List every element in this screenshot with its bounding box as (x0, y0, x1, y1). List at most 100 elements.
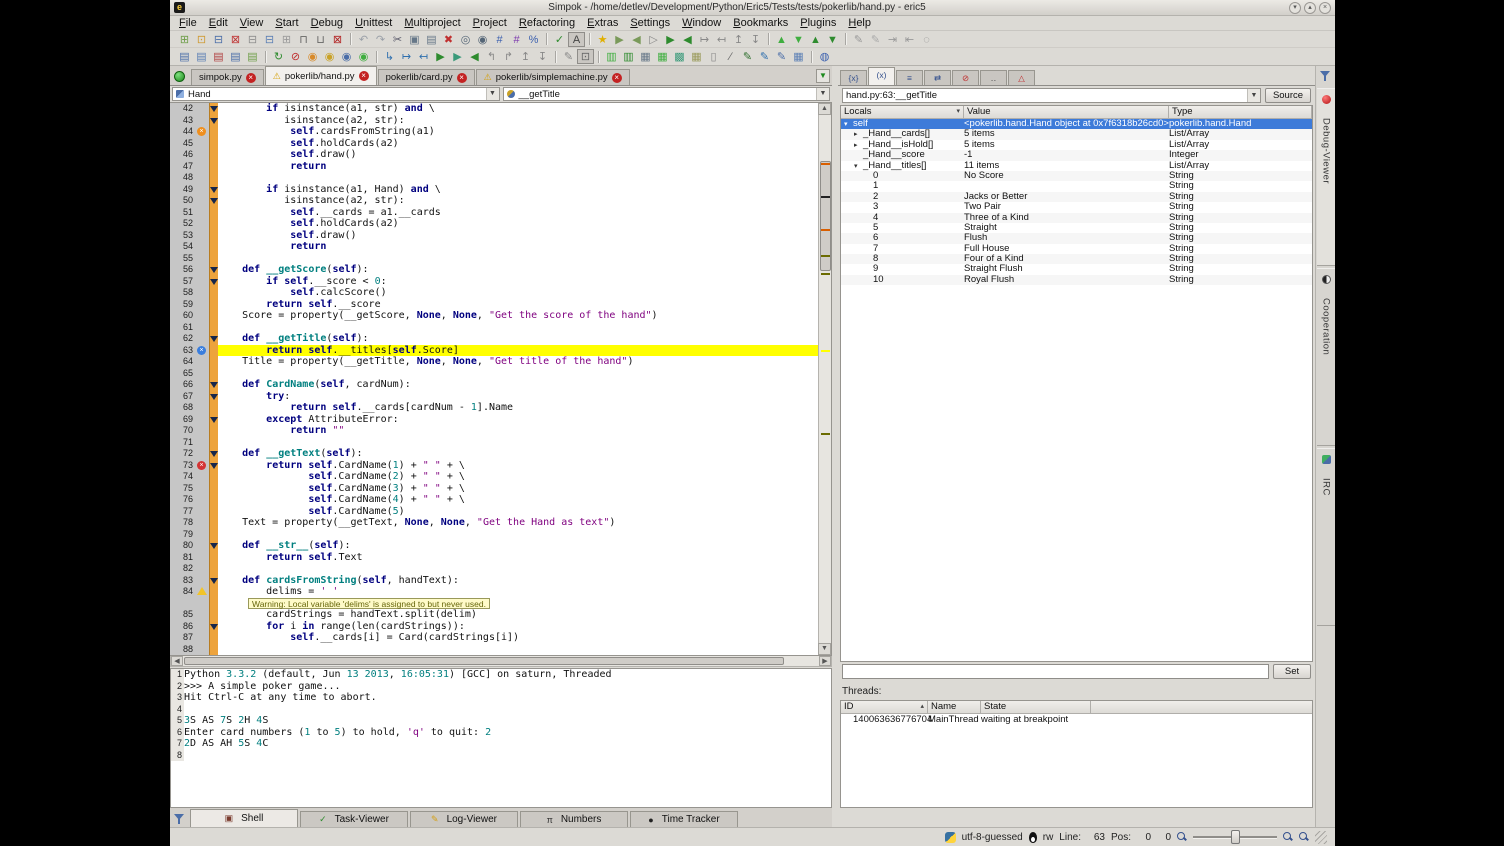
marker-margin[interactable] (196, 609, 209, 621)
shell-line[interactable]: 2>>> A simple poker game... (171, 681, 831, 693)
code-line[interactable]: 72 def __getText(self): (170, 448, 818, 460)
minimize-button[interactable]: ▾ (1289, 2, 1301, 14)
tab-list-dropdown[interactable]: ▼ (816, 69, 830, 83)
code-line[interactable]: 57 if self.__score < 0: (170, 276, 818, 288)
marker-margin[interactable] (196, 586, 209, 598)
refresh-icon[interactable]: ↻ (270, 49, 287, 64)
line-number[interactable]: 72 (170, 448, 196, 460)
step-icon[interactable]: ↳ (381, 49, 398, 64)
line-number[interactable]: 60 (170, 310, 196, 322)
split-view-icon[interactable]: ⊓ (295, 32, 312, 47)
fold-collapse-icon[interactable] (210, 336, 218, 342)
marker-margin[interactable] (196, 356, 209, 368)
tab-pokerlib-simplemachine-py[interactable]: ⚠pokerlib/simplemachine.py× (476, 69, 630, 85)
pretty-print-icon[interactable]: ✎ (739, 49, 756, 64)
code-line[interactable]: 47 return (170, 161, 818, 173)
line-number[interactable]: 85 (170, 609, 196, 621)
fold-collapse-icon[interactable] (210, 279, 218, 285)
fold-margin[interactable] (209, 333, 218, 345)
set-button[interactable]: Set (1273, 664, 1311, 679)
sidebar-tab-debug-viewer[interactable]: Debug-Viewer (1317, 88, 1335, 266)
line-number[interactable]: 74 (170, 471, 196, 483)
fold-collapse-icon[interactable] (210, 578, 218, 584)
exceptions-filter-icon[interactable]: ↧ (534, 49, 551, 64)
merge-view-icon[interactable]: ⊔ (312, 32, 329, 47)
marker-margin[interactable] (196, 218, 209, 230)
project-add-icon[interactable]: ▩ (671, 49, 688, 64)
code-line[interactable]: 88 (170, 644, 818, 656)
code-line[interactable]: 56 def __getScore(self): (170, 264, 818, 276)
marker-margin[interactable] (196, 230, 209, 242)
exceptions-tab[interactable]: △ (1008, 70, 1035, 85)
breakpoint-icon[interactable]: × (197, 461, 206, 470)
fold-margin[interactable] (209, 460, 218, 472)
fold-margin[interactable] (209, 287, 218, 299)
sidebar-tab-cooperation[interactable]: Cooperation (1317, 268, 1335, 446)
close-icon[interactable]: × (612, 73, 622, 83)
fold-margin[interactable] (209, 437, 218, 449)
code-line[interactable]: 51 self.__cards = a1.__cards (170, 207, 818, 219)
paste-icon[interactable]: ▤ (423, 32, 440, 47)
line-number[interactable]: 75 (170, 483, 196, 495)
code-line[interactable]: 66 def CardName(self, cardNum): (170, 379, 818, 391)
run-script-icon[interactable]: ▤ (176, 49, 193, 64)
marker-margin[interactable] (196, 276, 209, 288)
menu-multiproject[interactable]: Multiproject (398, 17, 466, 29)
variable-row[interactable]: ▸_Hand__isHold[]5 itemsList/Array (841, 140, 1312, 150)
column-header-locals[interactable]: Locals▾ (841, 106, 964, 118)
variable-row[interactable]: 2Jacks or BetterString (841, 192, 1312, 202)
search-next-icon[interactable]: ◉ (474, 32, 491, 47)
eval-icon[interactable]: ↰ (483, 49, 500, 64)
line-number[interactable]: 61 (170, 322, 196, 334)
fold-margin[interactable] (209, 529, 218, 541)
code-line[interactable]: 60 Score = property(__getScore, None, No… (170, 310, 818, 322)
code-line[interactable]: 81 return self.Text (170, 552, 818, 564)
variable-row[interactable]: 3Two PairString (841, 202, 1312, 212)
menu-start[interactable]: Start (269, 17, 304, 29)
debug-script-icon[interactable]: ▤ (210, 49, 227, 64)
code-line[interactable]: 78 Text = property(__getText, None, None… (170, 517, 818, 529)
fold-collapse-icon[interactable] (210, 463, 218, 469)
goto-next-edit-icon[interactable]: ↧ (747, 32, 764, 47)
fold-margin[interactable] (209, 310, 218, 322)
fold-margin[interactable] (209, 402, 218, 414)
unittest-icon[interactable]: ▥ (603, 49, 620, 64)
marker-margin[interactable] (196, 483, 209, 495)
fold-margin[interactable] (209, 103, 218, 115)
line-number[interactable]: 57 (170, 276, 196, 288)
close-icon[interactable]: ⊠ (227, 32, 244, 47)
fold-collapse-icon[interactable] (210, 382, 218, 388)
zoom-in-icon[interactable] (1283, 832, 1293, 842)
variable-row[interactable]: 7Full HouseString (841, 244, 1312, 254)
variable-row[interactable]: ▾_Hand__titles[]11 itemsList/Array (841, 161, 1312, 171)
marker-margin[interactable] (196, 310, 209, 322)
marker-margin[interactable] (196, 517, 209, 529)
class-combobox[interactable]: Hand ▼ (172, 87, 500, 101)
line-number[interactable]: 79 (170, 529, 196, 541)
goto-percent-icon[interactable]: % (525, 32, 542, 47)
marker-margin[interactable] (196, 471, 209, 483)
marker-margin[interactable] (196, 575, 209, 587)
stop-script-icon[interactable]: ⊘ (287, 49, 304, 64)
menu-settings[interactable]: Settings (624, 17, 676, 29)
open-icon[interactable]: ⊡ (193, 32, 210, 47)
marker-margin[interactable] (196, 621, 209, 633)
line-number[interactable]: 55 (170, 253, 196, 265)
fold-margin[interactable] (209, 230, 218, 242)
resize-grip[interactable] (1315, 831, 1327, 844)
indent-icon[interactable]: ⇥ (884, 32, 901, 47)
close-button[interactable]: × (1319, 2, 1331, 14)
continue-icon[interactable]: ▶ (432, 49, 449, 64)
variable-row[interactable]: ▾self<pokerlib.hand.Hand object at 0x7f6… (841, 119, 1312, 129)
marker-margin[interactable] (196, 448, 209, 460)
marker-margin[interactable] (196, 379, 209, 391)
menu-project[interactable]: Project (467, 17, 513, 29)
code-line[interactable]: 74 self.CardName(2) + " " + \ (170, 471, 818, 483)
marker-margin[interactable] (196, 414, 209, 426)
line-number[interactable]: 47 (170, 161, 196, 173)
fold-collapse-icon[interactable] (210, 187, 218, 193)
marker-margin[interactable] (196, 368, 209, 380)
fold-margin[interactable] (209, 471, 218, 483)
fold-margin[interactable] (209, 379, 218, 391)
fold-collapse-icon[interactable] (210, 624, 218, 630)
